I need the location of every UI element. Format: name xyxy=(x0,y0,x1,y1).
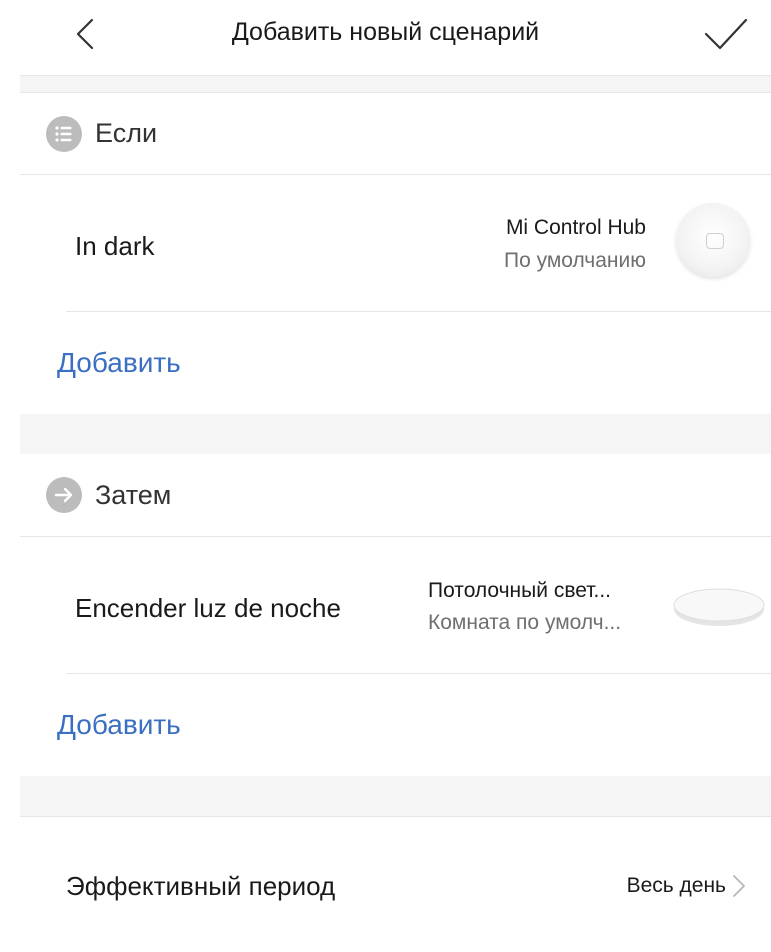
action-device-name: Потолочный свет... xyxy=(428,579,612,602)
divider xyxy=(66,311,771,312)
confirm-button[interactable] xyxy=(700,14,752,54)
effective-period-label: Эффективный период xyxy=(66,871,336,901)
mi-logo-icon xyxy=(706,233,724,249)
then-section-label: Затем xyxy=(95,480,172,510)
checkmark-icon xyxy=(704,18,748,50)
condition-device-name: Mi Control Hub xyxy=(505,216,646,239)
list-icon xyxy=(46,116,82,152)
section-gap xyxy=(20,414,771,454)
condition-title: In dark xyxy=(75,231,155,261)
add-condition-link[interactable]: Добавить xyxy=(57,347,181,379)
action-title: Encender luz de noche xyxy=(75,593,341,623)
divider xyxy=(66,673,771,674)
effective-period-value: Весь день xyxy=(626,874,726,897)
action-device-room: Комната по умолч... xyxy=(428,611,622,634)
condition-device-room: По умолчанию xyxy=(503,249,646,272)
if-section-label: Если xyxy=(95,118,158,148)
divider xyxy=(20,92,771,93)
page-title: Добавить новый сценарий xyxy=(231,18,540,46)
ceiling-light-icon xyxy=(673,588,765,626)
arrow-right-icon xyxy=(46,477,82,513)
chevron-right-icon xyxy=(733,875,745,897)
add-action-link[interactable]: Добавить xyxy=(57,709,181,741)
section-gap xyxy=(20,776,771,816)
section-gap xyxy=(20,76,771,92)
